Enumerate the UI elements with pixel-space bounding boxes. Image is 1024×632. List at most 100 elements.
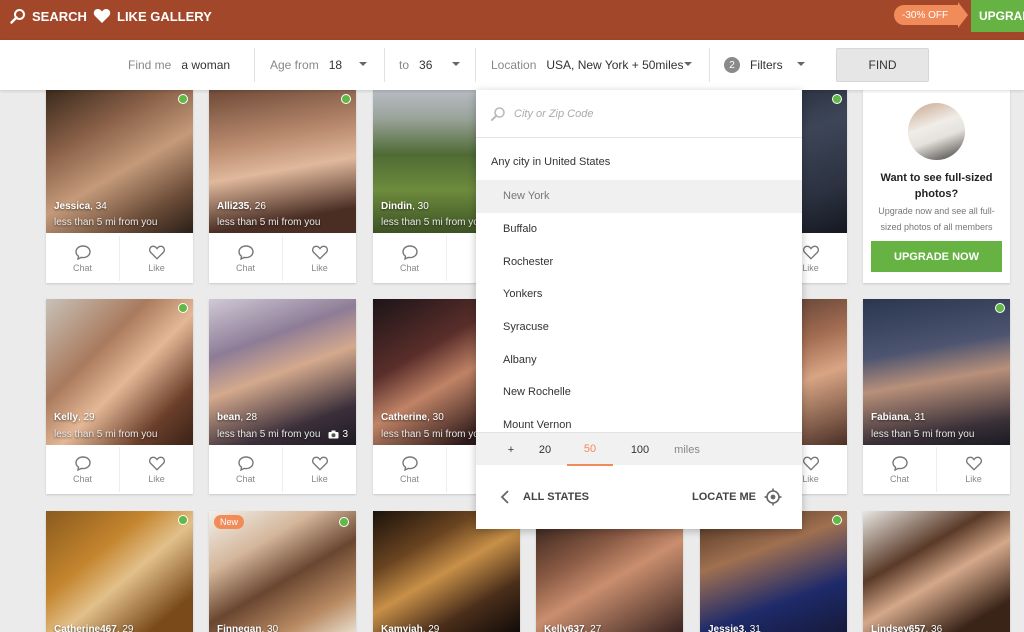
city-option[interactable]: Albany bbox=[476, 343, 802, 376]
profile-distance: less than 5 mi from you bbox=[871, 429, 975, 440]
radius-unit: miles bbox=[674, 443, 700, 456]
profile-card[interactable]: Fabiana, 31 less than 5 mi from you Chat… bbox=[863, 299, 1010, 494]
profile-photo[interactable] bbox=[46, 511, 193, 632]
location-label: Location bbox=[491, 58, 537, 72]
like-button[interactable]: Like bbox=[119, 447, 193, 492]
any-city-option[interactable]: Any city in United States bbox=[491, 156, 610, 168]
profile-card[interactable]: Kelly, 29 less than 5 mi from you Chat L… bbox=[46, 299, 193, 494]
city-search-input[interactable] bbox=[514, 107, 774, 120]
profile-name: Fabiana, 31 bbox=[871, 412, 926, 423]
city-option[interactable]: Mount Vernon bbox=[476, 409, 802, 432]
profile-photo[interactable] bbox=[863, 299, 1010, 445]
divider bbox=[475, 48, 476, 82]
all-states-button[interactable]: ALL STATES bbox=[500, 465, 589, 529]
city-option[interactable]: Buffalo bbox=[476, 213, 802, 246]
online-indicator bbox=[178, 303, 188, 313]
chat-button[interactable]: Chat bbox=[46, 236, 119, 281]
city-option[interactable]: Rochester bbox=[476, 245, 802, 278]
online-indicator bbox=[995, 303, 1005, 313]
find-me-select[interactable]: Find me a woman bbox=[128, 40, 230, 90]
radius-option-50[interactable]: 50 bbox=[567, 433, 613, 466]
like-label: Like bbox=[148, 262, 165, 273]
upgrade-button[interactable]: UPGRAD bbox=[971, 0, 1024, 32]
promo-title: Want to see full-sized photos? bbox=[880, 172, 993, 200]
profile-card[interactable]: Alli235, 26 less than 5 mi from you Chat… bbox=[209, 90, 356, 283]
profile-distance: less than 5 mi from you bbox=[54, 217, 158, 228]
location-select[interactable]: Location USA, New York + 50miles bbox=[491, 40, 683, 90]
like-button[interactable]: Like bbox=[282, 447, 356, 492]
profile-name: Kamyiah, 29 bbox=[381, 624, 440, 632]
online-indicator bbox=[178, 515, 188, 525]
like-button[interactable]: Like bbox=[936, 447, 1010, 492]
camera-icon bbox=[328, 430, 339, 439]
chat-icon bbox=[891, 455, 908, 471]
heart-outline-icon bbox=[311, 245, 328, 260]
like-label: Like bbox=[802, 262, 819, 273]
profile-card[interactable]: Catherine467, 29 bbox=[46, 511, 193, 632]
chat-label: Chat bbox=[72, 473, 92, 484]
like-button[interactable]: Like bbox=[282, 236, 356, 281]
profile-name: Lindsey657, 36 bbox=[871, 624, 943, 632]
profile-name: Alli235, 26 bbox=[217, 201, 266, 212]
like-button[interactable]: Like bbox=[119, 236, 193, 281]
promo-avatar bbox=[908, 103, 965, 160]
crosshair-icon bbox=[764, 488, 782, 506]
photo-count: 3 bbox=[328, 429, 348, 440]
profile-card[interactable]: Jessica, 34 less than 5 mi from you Chat… bbox=[46, 90, 193, 283]
profile-photo[interactable] bbox=[209, 511, 356, 632]
card-actions: Chat Like bbox=[46, 447, 193, 492]
profile-card[interactable]: Kelly637, 27 bbox=[536, 511, 683, 632]
chat-button[interactable]: Chat bbox=[209, 447, 282, 492]
card-actions: Chat Like bbox=[46, 236, 193, 281]
profile-card[interactable]: Lindsey657, 36 bbox=[863, 511, 1010, 632]
heart-icon bbox=[93, 9, 111, 23]
all-states-label: ALL STATES bbox=[523, 491, 589, 503]
like-label: Like bbox=[802, 473, 819, 484]
chat-button[interactable]: Chat bbox=[209, 236, 282, 281]
find-button[interactable]: FIND bbox=[836, 48, 929, 82]
profile-card[interactable]: bean, 28 less than 5 mi from you 3 Chat … bbox=[209, 299, 356, 494]
city-search-box bbox=[476, 90, 802, 138]
profile-photo[interactable] bbox=[536, 511, 683, 632]
online-indicator bbox=[341, 94, 351, 104]
nav-like-gallery-link[interactable]: LIKE GALLERY bbox=[93, 0, 212, 32]
find-me-value: a woman bbox=[181, 58, 231, 72]
online-indicator bbox=[832, 515, 842, 525]
profile-name: Kelly, 29 bbox=[54, 412, 95, 423]
radius-option-100[interactable]: 100 bbox=[624, 433, 656, 466]
profile-card[interactable]: Kamyiah, 29 bbox=[373, 511, 520, 632]
profile-photo[interactable] bbox=[46, 299, 193, 445]
age-to-select[interactable]: to 36 bbox=[399, 40, 432, 90]
profile-distance: less than 5 mi from you bbox=[54, 429, 158, 440]
profile-photo[interactable] bbox=[209, 299, 356, 445]
chat-button[interactable]: Chat bbox=[46, 447, 119, 492]
city-option[interactable]: Syracuse bbox=[476, 311, 802, 344]
top-nav: SEARCH LIKE GALLERY -30% OFF UPGRAD bbox=[0, 0, 1024, 40]
profile-photo[interactable] bbox=[863, 511, 1010, 632]
age-from-value: 18 bbox=[328, 58, 343, 72]
profile-card[interactable]: New Finnegan, 30 bbox=[209, 511, 356, 632]
chat-label: Chat bbox=[399, 473, 419, 484]
upgrade-now-button[interactable]: UPGRADE NOW bbox=[871, 241, 1002, 272]
locate-me-button[interactable]: LOCATE ME bbox=[692, 465, 782, 529]
city-option[interactable]: New Rochelle bbox=[476, 376, 802, 409]
card-actions: Chat Like bbox=[209, 236, 356, 281]
chat-button[interactable]: Chat bbox=[863, 447, 936, 492]
city-option[interactable]: New York bbox=[476, 180, 802, 213]
profile-card[interactable]: Jessie3, 31 bbox=[700, 511, 847, 632]
photo-count-value: 3 bbox=[342, 429, 348, 440]
nav-search-link[interactable]: SEARCH bbox=[10, 0, 87, 32]
new-badge: New bbox=[214, 515, 245, 529]
profile-photo[interactable] bbox=[373, 511, 520, 632]
city-list: New York Buffalo Rochester Yonkers Syrac… bbox=[476, 180, 802, 432]
filters-count-badge: 2 bbox=[724, 57, 740, 73]
chat-button[interactable]: Chat bbox=[373, 236, 446, 281]
profile-photo[interactable] bbox=[700, 511, 847, 632]
city-option[interactable]: Yonkers bbox=[476, 278, 802, 311]
radius-option-20[interactable]: 20 bbox=[531, 433, 559, 466]
age-from-select[interactable]: Age from 18 bbox=[270, 40, 342, 90]
filters-select[interactable]: 2 Filters bbox=[724, 40, 783, 90]
search-icon bbox=[491, 106, 505, 121]
card-actions: Chat Like bbox=[863, 447, 1010, 492]
chat-button[interactable]: Chat bbox=[373, 447, 446, 492]
